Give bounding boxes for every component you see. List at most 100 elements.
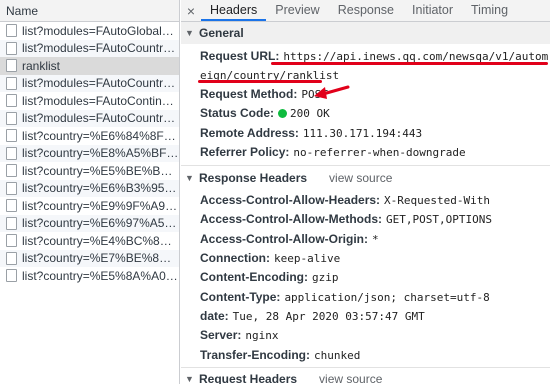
request-list-item[interactable]: list?modules=FAutoCountry… <box>0 39 179 57</box>
request-name: list?modules=FAutoCountry… <box>22 41 179 56</box>
name-column-header[interactable]: Name <box>0 0 179 22</box>
referrer-policy-row: Referrer Policy: no-referrer-when-downgra… <box>181 143 550 165</box>
request-name: ranklist <box>22 58 61 73</box>
request-method-label: Request Method: <box>200 87 298 101</box>
general-section: ▼ General Request URL: https://api.inews.… <box>181 22 550 165</box>
request-name: list?country=%E6%B3%95%E… <box>22 181 179 196</box>
request-name: list?country=%E5%BE%B7%… <box>22 163 179 178</box>
response-header-value: keep-alive <box>274 252 341 266</box>
document-icon <box>6 59 17 73</box>
request-list-item[interactable]: list?country=%E6%84%8F%E… <box>0 127 179 145</box>
request-name: list?country=%E7%BE%8E%… <box>22 251 179 266</box>
request-url-label: Request URL: <box>200 49 280 63</box>
close-icon[interactable]: × <box>181 0 201 21</box>
request-list-item[interactable]: list?country=%E5%BE%B7%… <box>0 162 179 180</box>
request-name: list?country=%E9%9F%A9%E… <box>22 198 179 213</box>
response-header-key: Access-Control-Allow-Origin: <box>200 231 369 246</box>
document-icon <box>6 24 17 38</box>
document-icon <box>6 41 17 55</box>
tab-preview[interactable]: Preview <box>266 0 328 21</box>
request-list-item[interactable]: list?modules=FAutoCountryM… <box>0 74 179 92</box>
request-list-item[interactable]: list?modules=FAutoCountry… <box>0 109 179 127</box>
response-header-row: Connection: keep-alive <box>181 249 550 268</box>
url-annotation-underline <box>271 62 548 65</box>
request-list-panel: Name list?modules=FAutoGlobalSta… list?mo… <box>0 0 180 384</box>
request-name: list?modules=FAutoCountry… <box>22 111 179 126</box>
request-name: list?country=%E4%BC%8A%… <box>22 233 179 248</box>
response-header-row: Access-Control-Allow-Origin: * <box>181 230 550 249</box>
referrer-policy-label: Referrer Policy: <box>200 144 290 159</box>
caret-down-icon: ▼ <box>185 28 194 38</box>
response-header-value: GET,POST,OPTIONS <box>386 213 492 227</box>
request-name: list?country=%E6%84%8F%E… <box>22 128 179 143</box>
document-icon <box>6 269 17 283</box>
response-header-value: nginx <box>245 329 279 343</box>
tab-timing[interactable]: Timing <box>462 0 517 21</box>
response-header-row: Access-Control-Allow-Headers: X-Requested… <box>181 191 550 210</box>
response-header-row: Content-Type: application/json; charset=u… <box>181 288 550 307</box>
request-list: list?modules=FAutoGlobalSta… list?modules… <box>0 22 179 285</box>
document-icon <box>6 251 17 265</box>
general-section-header[interactable]: ▼ General <box>181 22 550 44</box>
request-details-panel: × Headers Preview Response Initiator Tim… <box>181 0 550 384</box>
document-icon <box>6 181 17 195</box>
url-annotation-underline-continued <box>198 80 322 83</box>
response-header-key: Transfer-Encoding: <box>200 347 311 362</box>
request-list-item[interactable]: list?country=%E4%BC%8A%… <box>0 232 179 250</box>
response-header-value: Tue, 28 Apr 2020 03:57:47 GMT <box>232 309 425 323</box>
referrer-policy-value: no-referrer-when-downgrade <box>293 145 466 159</box>
request-headers-section: ▼ Request Headers view source <box>181 366 550 384</box>
response-header-value: chunked <box>314 348 361 362</box>
status-code-label: Status Code: <box>200 106 275 121</box>
request-headers-title: Request Headers <box>199 372 298 384</box>
general-title: General <box>199 26 244 40</box>
request-list-item[interactable]: list?country=%E9%9F%A9%E… <box>0 197 179 215</box>
response-view-source-link[interactable]: view source <box>329 171 392 185</box>
caret-down-icon: ▼ <box>185 374 194 384</box>
response-header-key: Content-Type: <box>200 289 281 304</box>
response-header-key: Access-Control-Allow-Headers: <box>200 193 381 208</box>
response-header-row: Content-Encoding: gzip <box>181 268 550 287</box>
document-icon <box>6 146 17 160</box>
caret-down-icon: ▼ <box>185 172 194 183</box>
response-header-value: X-Requested-With <box>384 194 491 208</box>
request-list-item[interactable]: ranklist <box>0 57 179 75</box>
document-icon <box>6 129 17 143</box>
status-code-row: Status Code: 200 OK <box>181 104 550 123</box>
request-list-item[interactable]: list?modules=FAutoContinen… <box>0 92 179 110</box>
status-ok-dot-icon <box>278 109 288 119</box>
tab-headers[interactable]: Headers <box>201 0 267 21</box>
request-name: list?modules=FAutoCountryM… <box>22 76 179 91</box>
response-headers-list: Access-Control-Allow-Headers: X-Requested… <box>181 189 550 367</box>
remote-address-value: 111.30.171.194:443 <box>302 126 423 140</box>
annotation-arrow-icon <box>314 85 350 99</box>
request-list-item[interactable]: list?country=%E5%8A%A0%… <box>0 267 179 285</box>
request-name: list?modules=FAutoContinen… <box>22 93 179 108</box>
request-list-item[interactable]: list?country=%E7%BE%8E%… <box>0 249 179 267</box>
tab-response[interactable]: Response <box>329 0 403 21</box>
document-icon <box>6 94 17 108</box>
response-header-key: Connection: <box>200 251 270 266</box>
response-headers-header[interactable]: ▼ Response Headers view source <box>181 165 550 190</box>
response-header-row: Transfer-Encoding: chunked <box>181 346 550 365</box>
request-name: list?modules=FAutoGlobalSta… <box>22 23 179 38</box>
response-headers-section: ▼ Response Headers view source Access-Co… <box>181 165 550 367</box>
response-headers-title: Response Headers <box>199 170 308 185</box>
request-list-item[interactable]: list?country=%E6%B3%95%E… <box>0 179 179 197</box>
request-headers-header[interactable]: ▼ Request Headers view source <box>181 366 550 384</box>
document-icon <box>6 76 17 90</box>
request-method-row: Request Method: POST <box>181 85 550 104</box>
response-header-row: Server: nginx <box>181 326 550 345</box>
tab-initiator[interactable]: Initiator <box>403 0 462 21</box>
details-tab-bar: × Headers Preview Response Initiator Tim… <box>181 0 550 22</box>
document-icon <box>6 164 17 178</box>
document-icon <box>6 111 17 125</box>
response-header-key: date: <box>200 308 229 323</box>
request-list-item[interactable]: list?country=%E6%97%A5%E… <box>0 214 179 232</box>
request-name: list?country=%E8%A5%BF%… <box>22 146 179 161</box>
status-code-value: 200 OK <box>290 107 330 121</box>
request-view-source-link[interactable]: view source <box>319 372 382 384</box>
response-header-key: Access-Control-Allow-Methods: <box>200 212 383 227</box>
request-list-item[interactable]: list?modules=FAutoGlobalSta… <box>0 22 179 40</box>
request-list-item[interactable]: list?country=%E8%A5%BF%… <box>0 144 179 162</box>
